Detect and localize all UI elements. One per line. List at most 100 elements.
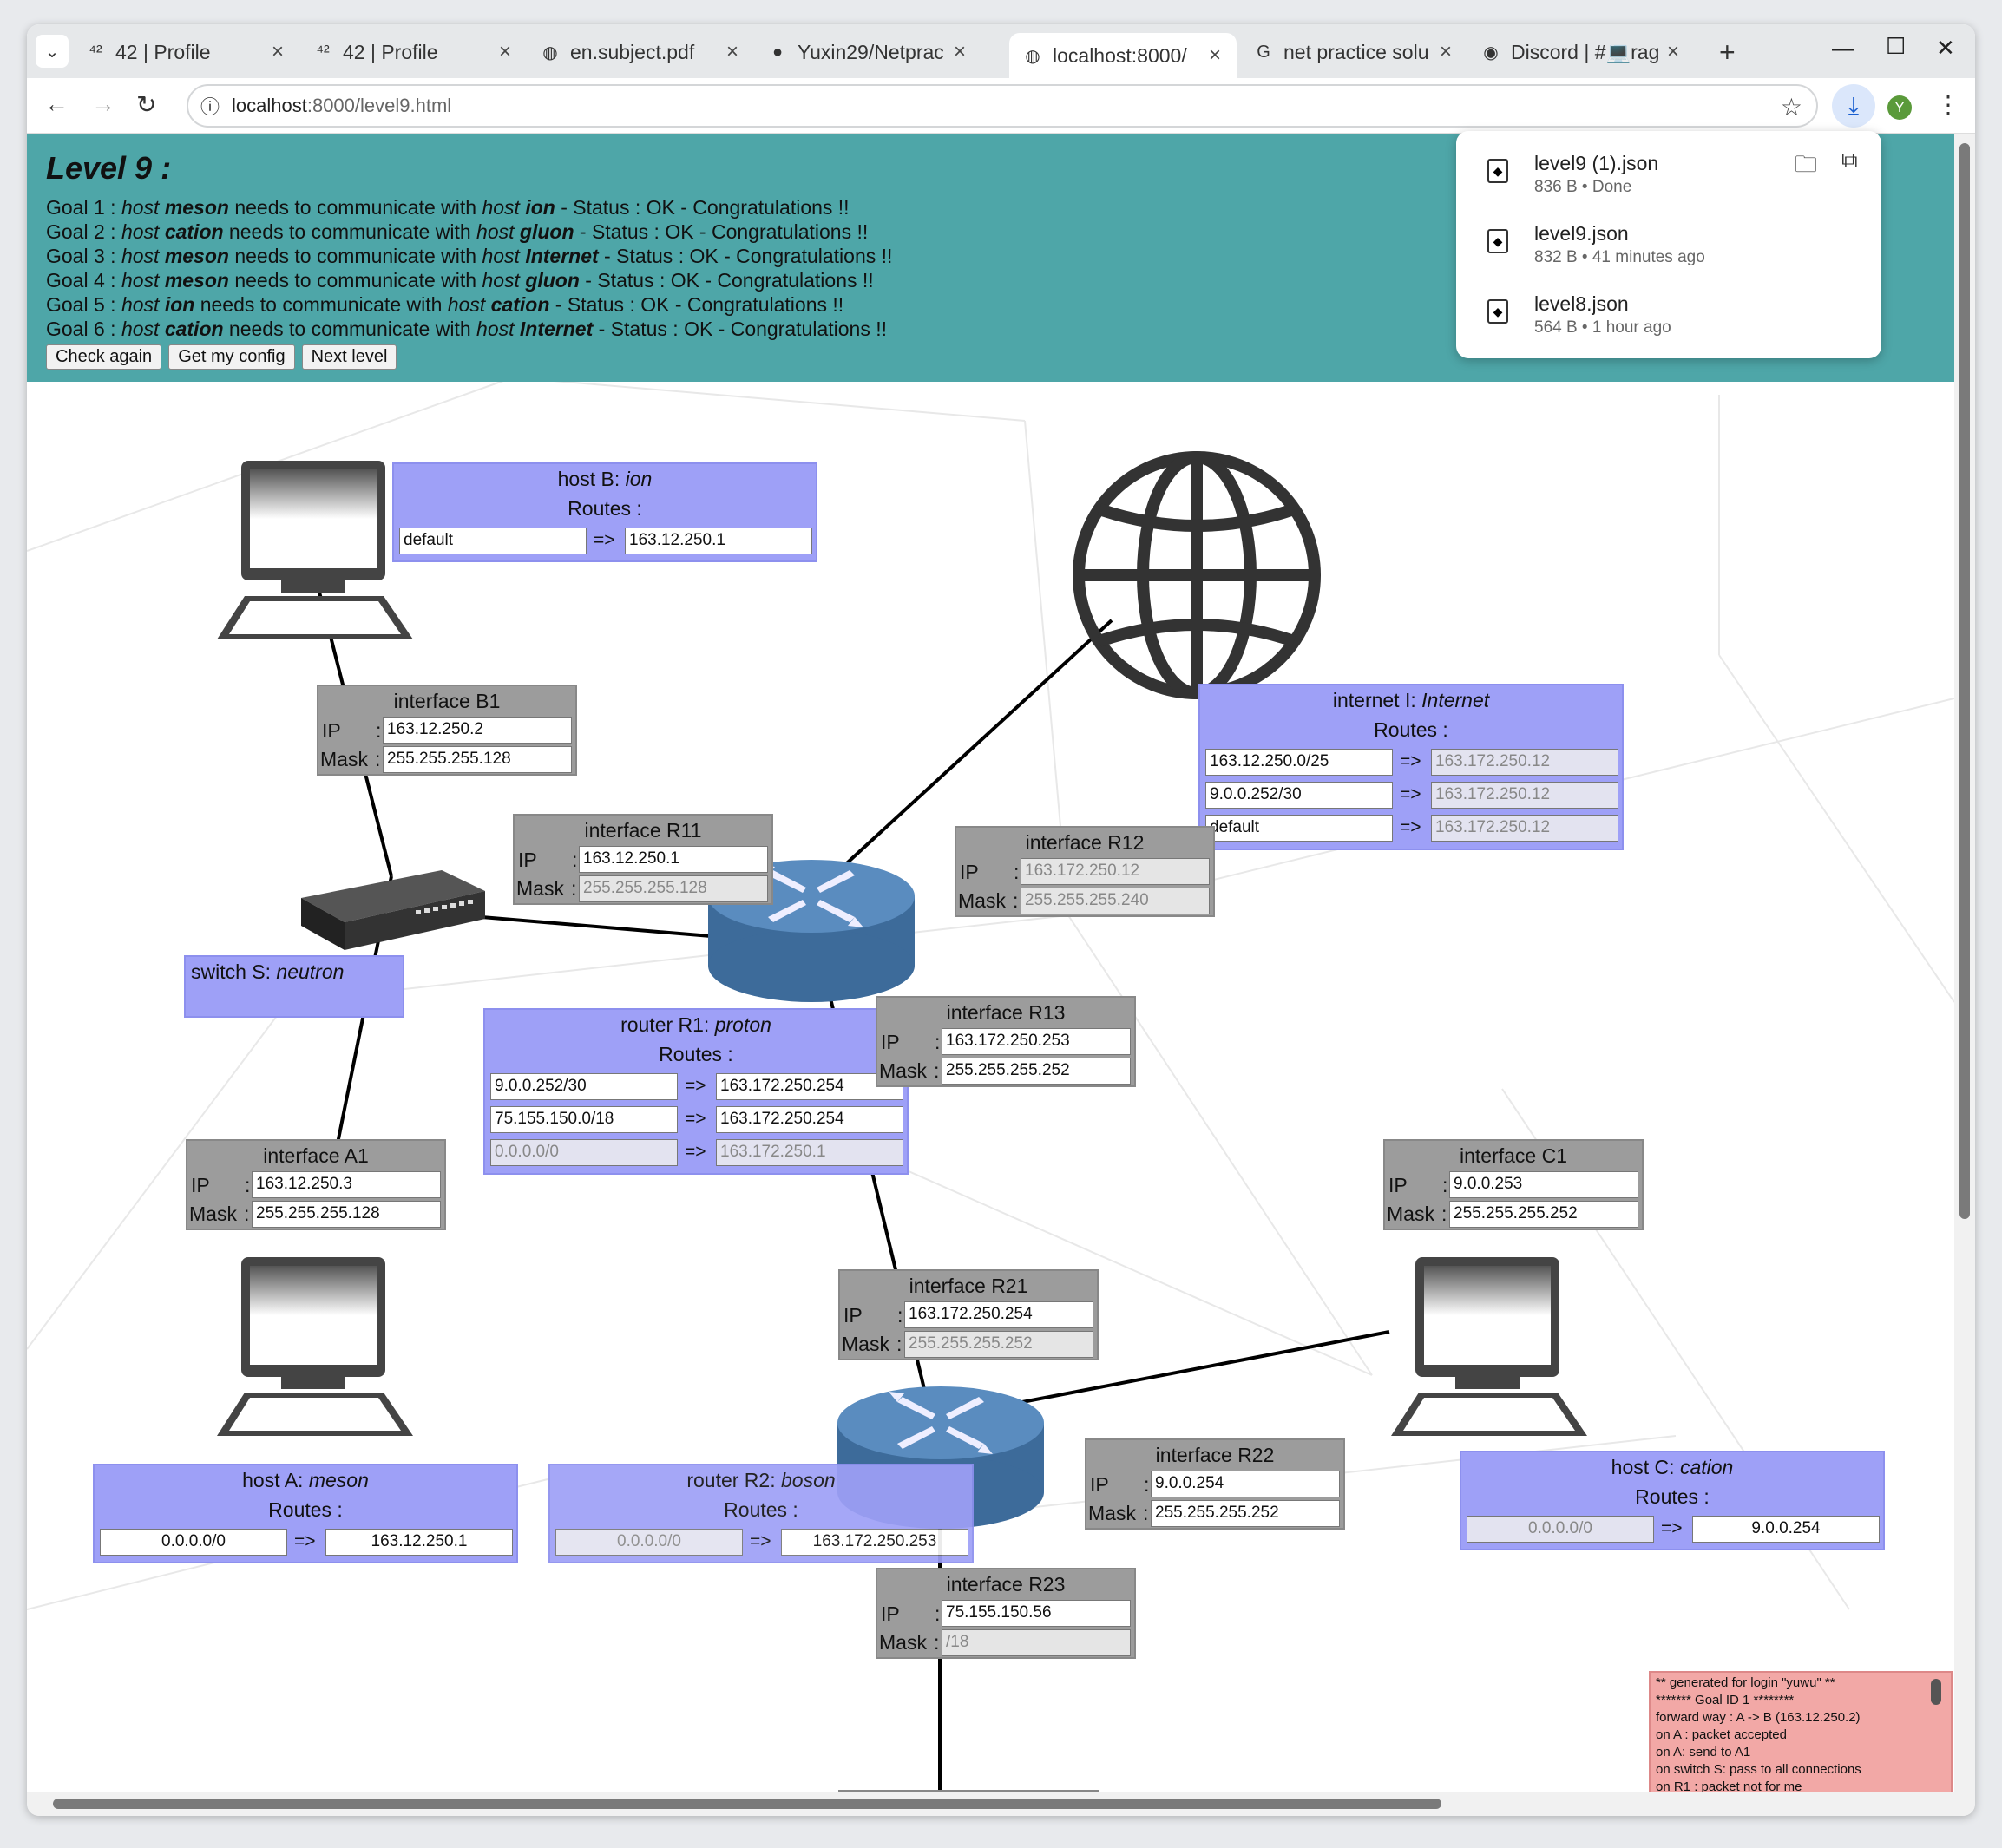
tab-4[interactable]: ◍ localhost:8000/ × [1009, 33, 1237, 78]
browser-menu-icon[interactable]: ⋮ [1936, 90, 1960, 119]
get-config-button[interactable]: Get my config [168, 344, 295, 370]
folder-icon[interactable]: 🗀 [1795, 148, 1817, 187]
next-level-button[interactable]: Next level [301, 344, 397, 370]
ip-field[interactable]: 163.172.250.254 [904, 1301, 1093, 1328]
download-item[interactable]: ◆ level8.json 564 B • 1 hour ago [1456, 284, 1881, 353]
vertical-scrollbar[interactable] [1954, 134, 1975, 1792]
goal-source: cation [164, 318, 224, 340]
bookmark-star-icon[interactable]: ☆ [1781, 93, 1802, 121]
download-filename: level9.json [1534, 222, 1629, 245]
tab-3[interactable]: ● Yuxin29/Netprac × [754, 33, 981, 71]
routerR1-route-dest[interactable]: 9.0.0.252/30 [490, 1073, 678, 1100]
tab-6[interactable]: ◉ Discord | #💻rag × [1467, 33, 1695, 71]
maximize-icon[interactable]: ☐ [1886, 33, 1906, 60]
host-word: host [121, 196, 160, 219]
internet-route-dest[interactable]: default [1205, 815, 1393, 842]
host-a-route-gateway[interactable]: 163.12.250.1 [325, 1529, 513, 1556]
interface-a1-panel: interface A1 IP:163.12.250.3 Mask:255.255.… [186, 1139, 446, 1230]
tab-close-icon[interactable]: × [723, 40, 742, 64]
globe-icon [1073, 451, 1321, 699]
host-c-route-gateway[interactable]: 9.0.0.254 [1692, 1516, 1880, 1543]
tab-close-icon[interactable]: × [268, 40, 287, 64]
ip-field[interactable]: 163.12.250.3 [252, 1171, 441, 1198]
host-word: host [121, 269, 160, 292]
profile-avatar[interactable]: Y [1887, 95, 1912, 120]
download-filename: level9 (1).json [1534, 152, 1659, 174]
check-again-button[interactable]: Check again [46, 344, 162, 370]
route-arrow: => [685, 1109, 706, 1129]
new-tab-button[interactable]: + [1719, 36, 1736, 69]
colon-label: : [245, 1174, 251, 1196]
tab-2[interactable]: ◍ en.subject.pdf × [527, 33, 754, 71]
ip-field[interactable]: 163.172.250.253 [942, 1028, 1131, 1055]
interface-title: interface R11 [584, 819, 702, 842]
host-word: host [482, 245, 520, 267]
colon-label: : [897, 1304, 903, 1327]
ip-field[interactable]: 163.12.250.2 [383, 717, 572, 744]
download-item[interactable]: ◆ level9 (1).json 836 B • Done [1456, 143, 1881, 213]
internet-route-dest[interactable]: 9.0.0.252/30 [1205, 782, 1393, 809]
ip-field[interactable]: 9.0.0.254 [1151, 1471, 1340, 1497]
route-arrow: => [1400, 784, 1421, 804]
tab-close-icon[interactable]: × [1205, 43, 1224, 68]
ip-label: IP [1388, 1174, 1408, 1196]
tab-5[interactable]: Gnet practice solu × [1240, 33, 1467, 71]
close-window-icon[interactable]: ✕ [1936, 35, 1955, 62]
42-logo-icon: ⁴² [316, 42, 330, 62]
host-a-route-dest[interactable]: 0.0.0.0/0 [100, 1529, 287, 1556]
downloads-button[interactable]: ⤓ [1832, 84, 1875, 128]
horizontal-scrollbar[interactable] [27, 1792, 1975, 1816]
routes-label: Routes : [724, 1498, 798, 1521]
mask-field[interactable]: 255.255.255.128 [383, 746, 572, 773]
routerR1-route-gateway[interactable]: 163.172.250.254 [716, 1106, 903, 1133]
router-r2-route-gateway[interactable]: 163.172.250.253 [781, 1529, 968, 1556]
goal-source: meson [164, 196, 229, 219]
ip-field: 163.172.250.12 [1021, 858, 1210, 885]
address-bar[interactable]: ⓘ localhost:8000/level9.html ☆ [187, 84, 1818, 128]
mask-field[interactable]: 255.255.255.252 [942, 1058, 1131, 1085]
goal-needs: needs to communicate with [223, 220, 477, 243]
mask-label: Mask [516, 877, 564, 900]
interface-r22-panel: interface R22 IP:9.0.0.254 Mask:255.255.25… [1085, 1438, 1345, 1530]
goal-status: - Status : OK - Congratulations !! [549, 293, 844, 316]
host-word: host [121, 220, 160, 243]
colon-label: : [1442, 1174, 1448, 1196]
host-b-route-gateway[interactable]: 163.12.250.1 [625, 528, 812, 554]
log-line: ** generated for login "yuwu" ** [1656, 1675, 1835, 1690]
mask-label: Mask [879, 1059, 927, 1082]
tab-close-icon[interactable]: × [950, 40, 969, 64]
ip-field[interactable]: 9.0.0.253 [1449, 1171, 1638, 1198]
minimize-icon[interactable]: — [1832, 35, 1854, 62]
goal-prefix: Goal 3 : [46, 245, 121, 267]
open-external-icon[interactable]: ⧉ [1841, 147, 1858, 174]
host-a-title: host A: meson [242, 1469, 369, 1491]
tab-close-icon[interactable]: × [1664, 40, 1683, 64]
reload-button[interactable]: ↻ [136, 90, 156, 119]
ip-field[interactable]: 163.12.250.1 [579, 846, 768, 873]
mask-label: Mask [189, 1203, 237, 1225]
tab-1[interactable]: ⁴² 42 | Profile × [299, 33, 527, 71]
forward-button[interactable]: → [91, 90, 115, 118]
host-c-panel: host C: cation Routes : 0.0.0.0/0 => 9.0… [1460, 1451, 1885, 1550]
internet-route-dest[interactable]: 163.12.250.0/25 [1205, 749, 1393, 776]
tab-close-icon[interactable]: × [1436, 40, 1455, 64]
mask-label: Mask [320, 748, 368, 770]
mask-field[interactable]: 255.255.255.128 [252, 1201, 441, 1228]
tab-0[interactable]: ⁴² 42 | Profile × [72, 33, 299, 71]
log-scrollbar[interactable] [1931, 1679, 1941, 1705]
ip-label: IP [843, 1304, 863, 1327]
mask-field[interactable]: 255.255.255.252 [1449, 1201, 1638, 1228]
download-item[interactable]: ◆ level9.json 832 B • 41 minutes ago [1456, 213, 1881, 283]
ip-field[interactable]: 75.155.150.56 [942, 1600, 1131, 1627]
internet-panel: internet I: Internet Routes : 163.12.250… [1198, 684, 1624, 850]
routes-label: Routes : [1374, 718, 1448, 741]
goal-destination: gluon [525, 269, 580, 292]
back-button[interactable]: ← [44, 90, 69, 118]
debug-log[interactable]: ** generated for login "yuwu" ** ******* … [1649, 1671, 1953, 1792]
site-info-icon[interactable]: ⓘ [188, 92, 232, 120]
host-b-route-dest[interactable]: default [399, 528, 587, 554]
tab-close-icon[interactable]: × [496, 40, 515, 64]
routerR1-route-dest[interactable]: 75.155.150.0/18 [490, 1106, 678, 1133]
tab-search-button[interactable]: ⌄ [36, 35, 69, 68]
mask-field[interactable]: 255.255.255.252 [1151, 1500, 1340, 1527]
